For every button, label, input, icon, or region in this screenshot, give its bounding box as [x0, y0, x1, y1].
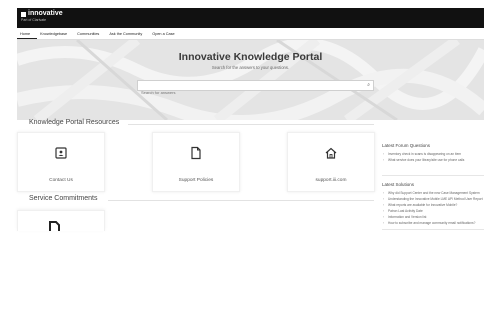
- card-contact-us[interactable]: Contact Us: [17, 132, 105, 192]
- card-label: support.iii.com: [315, 178, 347, 183]
- home-icon: [325, 147, 337, 159]
- nav-knowledgebase[interactable]: Knowledgebase: [37, 29, 74, 39]
- search-icon[interactable]: ⌕: [367, 82, 370, 88]
- card-label: Support Policies: [178, 178, 214, 183]
- solution-link[interactable]: Patron Last Activity Date: [382, 209, 484, 213]
- solutions-heading: Latest Solutions: [382, 182, 415, 187]
- brand-name: innovative: [28, 10, 63, 17]
- forum-panel: Latest Forum Questions Inventory check i…: [382, 143, 484, 164]
- main-nav: Home Knowledgebase Communities Ask the C…: [17, 29, 484, 40]
- contact-card-icon: [55, 147, 67, 159]
- solution-link[interactable]: How to subscribe and manage community em…: [382, 221, 484, 225]
- page-subtitle: Search for the answers to your questions…: [211, 65, 290, 70]
- forum-question-link[interactable]: Inventory check in scans is disappearing…: [382, 152, 484, 156]
- forum-question-link[interactable]: What service does your library/site use …: [382, 158, 484, 162]
- card-service-commitment[interactable]: [17, 210, 105, 231]
- solution-link[interactable]: What reports are available for Innovativ…: [382, 203, 484, 207]
- brand-tagline: Part of Clarivate: [21, 18, 47, 22]
- solutions-list: Why did Support Center and the new Case …: [382, 191, 484, 225]
- commitments-heading: Service Commitments: [29, 195, 98, 202]
- nav-ask-community[interactable]: Ask the Community: [106, 29, 149, 39]
- nav-communities[interactable]: Communities: [74, 29, 106, 39]
- resources-divider: [128, 124, 374, 125]
- card-support-site[interactable]: support.iii.com: [287, 132, 375, 192]
- solutions-panel: Latest Solutions Why did Support Center …: [382, 182, 484, 227]
- document-icon: [49, 221, 60, 231]
- sidebar-divider: [382, 229, 484, 230]
- solution-link[interactable]: Why did Support Center and the new Case …: [382, 191, 484, 195]
- hero-banner: Innovative Knowledge Portal Search for t…: [17, 40, 484, 120]
- commitments-divider: [108, 200, 374, 201]
- nav-home[interactable]: Home: [17, 29, 38, 39]
- top-bar: innovative Part of Clarivate: [17, 8, 484, 28]
- page-title: Innovative Knowledge Portal: [178, 51, 323, 63]
- solution-link[interactable]: Information and Version list: [382, 215, 484, 219]
- search-input[interactable]: [138, 88, 356, 97]
- sidebar-divider: [382, 175, 484, 176]
- card-label: Contact Us: [49, 178, 73, 183]
- nav-open-case[interactable]: Open a Case: [149, 29, 181, 39]
- brand-logo[interactable]: innovative Part of Clarivate: [21, 10, 63, 23]
- resources-heading: Knowledge Portal Resources: [29, 119, 120, 126]
- search-box: ⌕: [137, 80, 374, 97]
- forum-heading: Latest Forum Questions: [382, 143, 431, 148]
- forum-list: Inventory check in scans is disappearing…: [382, 152, 484, 162]
- brand-mark-icon: [21, 11, 26, 17]
- card-support-policies[interactable]: Support Policies: [152, 132, 240, 192]
- solution-link[interactable]: Understanding the Innovative Mobile LME …: [382, 197, 484, 201]
- document-icon: [191, 146, 201, 160]
